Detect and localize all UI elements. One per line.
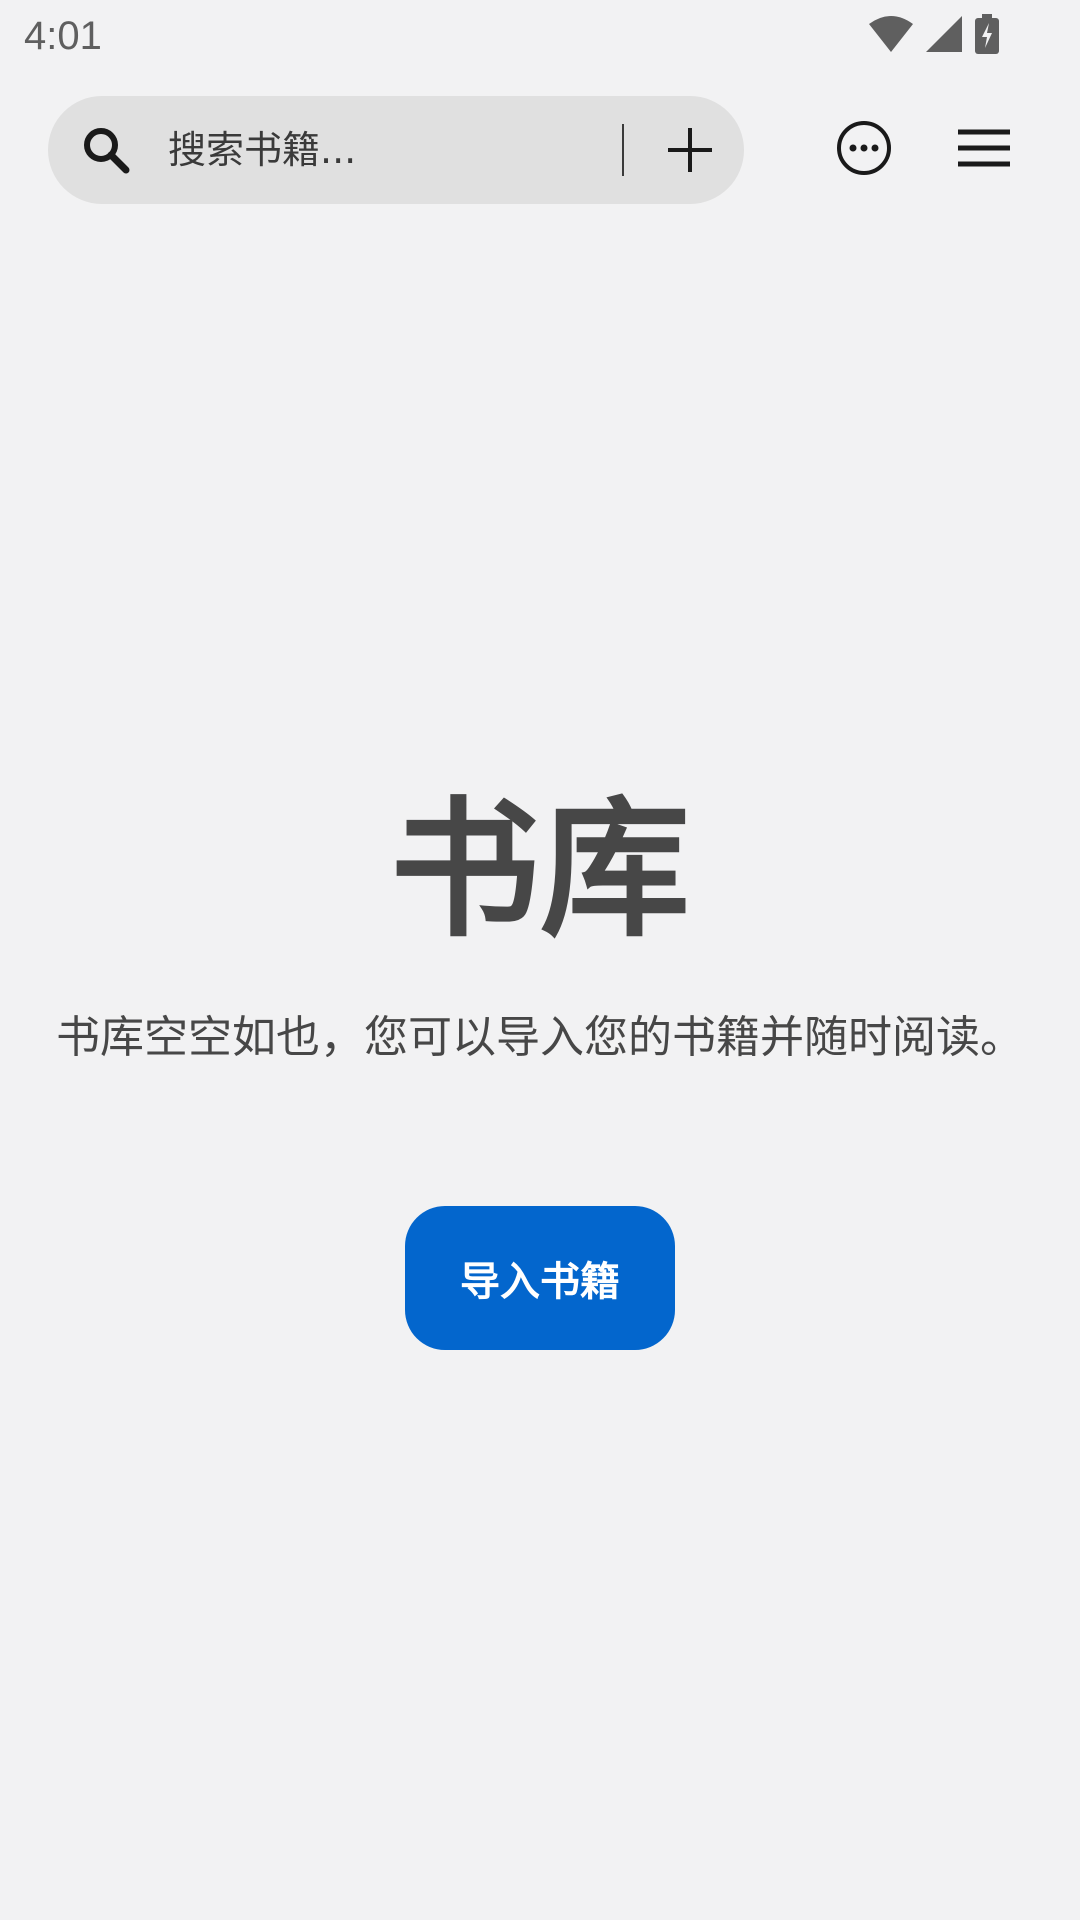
more-horizontal-icon[interactable] [834, 118, 894, 178]
empty-library-message: 书库空空如也，您可以导入您的书籍并随时阅读。 [56, 1012, 1024, 1063]
search-input[interactable] [168, 120, 588, 180]
status-time: 4:01 [24, 14, 102, 58]
wifi-icon [869, 16, 913, 52]
plus-icon[interactable] [660, 120, 720, 180]
battery-charging-icon [975, 14, 999, 54]
status-bar: 4:01 [0, 0, 1080, 72]
library-title: 书库 [389, 784, 690, 958]
search-icon[interactable] [78, 122, 134, 178]
search-bar[interactable] [48, 96, 744, 204]
signal-icon [926, 16, 962, 52]
import-books-button[interactable]: 导入书籍 [405, 1206, 675, 1350]
hamburger-menu-icon[interactable] [954, 120, 1014, 176]
status-icons [868, 14, 1000, 54]
search-divider [622, 124, 624, 176]
